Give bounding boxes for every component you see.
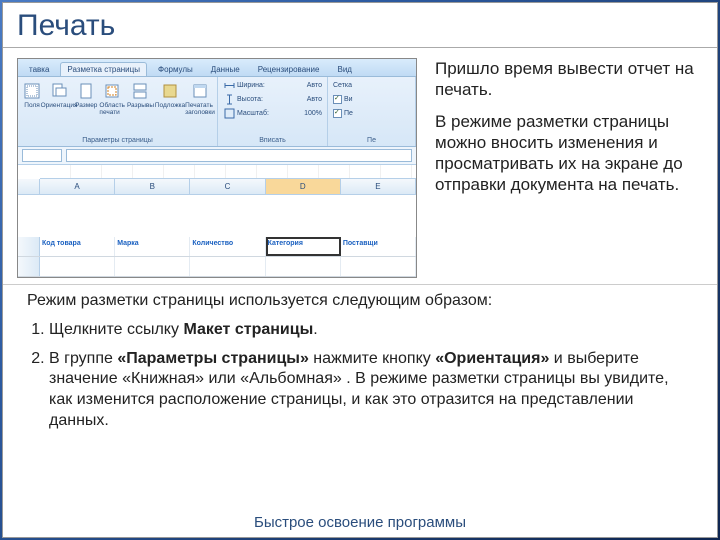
name-box[interactable]: [22, 149, 62, 162]
step-2: В группе «Параметры страницы» нажмите кн…: [49, 349, 693, 432]
group-scale-to-fit: Ширина: Авто Высота: Авто Масштаб: 100%: [218, 77, 328, 147]
checkbox-icon: [333, 95, 342, 104]
background-label: Подложка: [155, 102, 185, 109]
tab-formulas[interactable]: Формулы: [151, 62, 200, 76]
print-titles-button[interactable]: Печатать заголовки: [186, 79, 214, 137]
width-row[interactable]: Ширина: Авто: [221, 79, 324, 93]
print-area-icon: [102, 81, 122, 101]
size-label: Размер: [75, 102, 97, 109]
table-row: Код товара Марка Количество Категория По…: [18, 237, 416, 257]
checkbox-icon: [333, 109, 342, 118]
breaks-button[interactable]: Разрывы: [127, 79, 154, 137]
row-header[interactable]: [18, 257, 40, 276]
scale-row[interactable]: Масштаб: 100%: [221, 107, 324, 121]
column-headers: A B C D E: [18, 179, 416, 195]
orientation-button[interactable]: Ориентация: [45, 79, 73, 137]
cell-C[interactable]: Количество: [190, 237, 265, 256]
col-E[interactable]: E: [341, 179, 416, 194]
slide-title: Печать: [3, 3, 717, 48]
scale-icon: [223, 108, 235, 120]
cell-A[interactable]: Код товара: [40, 237, 115, 256]
side-text: Пришло время вывести отчет на печать. В …: [435, 58, 703, 278]
margins-label: Поля: [24, 102, 39, 109]
cell-B[interactable]: Марка: [115, 237, 190, 256]
step-1: Щелкните ссылку Макет страницы.: [49, 320, 693, 341]
tab-review[interactable]: Рецензирование: [251, 62, 327, 76]
lower-intro: Режим разметки страницы используется сле…: [27, 291, 693, 312]
orientation-icon: [49, 81, 69, 101]
side-p2: В режиме разметки страницы можно вносить…: [435, 111, 703, 196]
tab-data[interactable]: Данные: [204, 62, 247, 76]
group-page-setup: Поля Ориентация Размер Область печа: [18, 77, 218, 147]
background-icon: [160, 81, 180, 101]
upper-row: тавка Разметка страницы Формулы Данные Р…: [3, 48, 717, 285]
footer-text: Быстрое освоение программы: [3, 514, 717, 531]
tab-page-layout[interactable]: Разметка страницы: [60, 62, 147, 76]
col-C[interactable]: C: [190, 179, 265, 194]
ribbon-body: Поля Ориентация Размер Область печа: [18, 77, 416, 148]
row-header[interactable]: [18, 237, 40, 256]
formula-input[interactable]: [66, 149, 412, 162]
table-row: [18, 257, 416, 277]
gridlines-row: Сетка: [331, 79, 412, 93]
lower-text: Режим разметки страницы используется сле…: [3, 285, 717, 450]
background-button[interactable]: Подложка: [156, 79, 184, 137]
tab-view[interactable]: Вид: [330, 62, 358, 76]
width-icon: [223, 80, 235, 92]
size-icon: [76, 81, 96, 101]
col-D[interactable]: D: [266, 179, 341, 194]
breaks-label: Разрывы: [127, 102, 154, 109]
margins-icon: [22, 81, 42, 101]
col-A[interactable]: A: [40, 179, 115, 194]
group-page-setup-label: Параметры страницы: [21, 136, 214, 144]
print-area-label: Область печати: [99, 102, 125, 116]
ribbon-tabs: тавка Разметка страницы Формулы Данные Р…: [18, 59, 416, 77]
sheet-area: A B C D E Код товара Марка Количество Ка…: [18, 165, 416, 277]
formula-bar: [18, 147, 416, 165]
print-titles-label: Печатать заголовки: [185, 102, 215, 116]
orientation-label: Ориентация: [41, 102, 78, 109]
side-p1: Пришло время вывести отчет на печать.: [435, 58, 703, 101]
group-fit-label: Вписать: [221, 136, 324, 144]
height-icon: [223, 94, 235, 106]
gridlines-print[interactable]: Пе: [331, 107, 412, 121]
height-row[interactable]: Высота: Авто: [221, 93, 324, 107]
print-titles-icon: [190, 81, 210, 101]
excel-screenshot: тавка Разметка страницы Формулы Данные Р…: [17, 58, 417, 278]
group-sheet-options: Сетка Ви Пе Пе: [328, 77, 416, 147]
ruler: [40, 165, 416, 179]
group-sheet-label: Пе: [331, 136, 412, 144]
gridlines-view[interactable]: Ви: [331, 93, 412, 107]
cell-E[interactable]: Поставщи: [341, 237, 416, 256]
breaks-icon: [130, 81, 150, 101]
grid-rows: Код товара Марка Количество Категория По…: [18, 195, 416, 277]
print-area-button[interactable]: Область печати: [99, 79, 125, 137]
cell-D[interactable]: Категория: [266, 237, 341, 256]
slide-panel: Печать тавка Разметка страницы Формулы Д…: [2, 2, 718, 538]
select-all-corner[interactable]: [18, 179, 40, 194]
tab-insert[interactable]: тавка: [22, 62, 56, 76]
col-B[interactable]: B: [115, 179, 190, 194]
size-button[interactable]: Размер: [75, 79, 97, 137]
